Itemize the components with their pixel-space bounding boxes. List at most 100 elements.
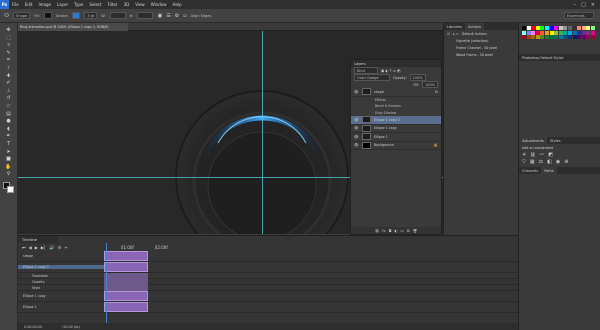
color-swatch[interactable] (531, 26, 536, 30)
color-swatch[interactable] (586, 30, 591, 35)
lasso-icon[interactable]: ↄ (5, 42, 13, 49)
menu-layer[interactable]: Layer (54, 2, 71, 7)
next-frame-icon[interactable]: ▶▏ (41, 245, 47, 250)
color-swatch[interactable] (590, 30, 595, 35)
fill-swatch[interactable] (43, 12, 52, 19)
clone-icon[interactable]: ⊥ (5, 88, 13, 95)
color-swatch[interactable] (572, 30, 577, 35)
layer-filter-select[interactable]: Kind (354, 67, 378, 74)
exposure-icon[interactable]: ◩ (548, 152, 553, 158)
settings-icon[interactable]: ⚙ (58, 245, 62, 250)
styles-tab[interactable]: Photoshop Default Styles (519, 54, 600, 62)
menu-3d[interactable]: 3D (121, 2, 133, 7)
color-swatch[interactable] (540, 26, 545, 30)
close-button[interactable]: × (591, 2, 595, 8)
quick-select-icon[interactable]: ✎ (5, 50, 13, 57)
paths-tab[interactable]: Paths (541, 167, 557, 175)
mixer-icon[interactable]: ⊕ (564, 159, 568, 165)
libraries-tab[interactable]: Libraries (444, 23, 465, 30)
color-swatch[interactable] (581, 35, 586, 40)
hue-icon[interactable]: ▦ (530, 159, 535, 165)
eraser-icon[interactable]: ▱ (5, 103, 13, 110)
link-icon[interactable]: ⛓ (375, 229, 379, 233)
audio-icon[interactable]: 🔊 (50, 245, 55, 250)
layer-row[interactable]: 👁 shape fx (351, 88, 441, 97)
color-swatch[interactable] (526, 30, 531, 35)
bw-icon[interactable]: ◧ (547, 159, 552, 165)
color-swatch[interactable] (558, 30, 563, 35)
color-swatch[interactable] (526, 26, 531, 30)
track-clip[interactable] (104, 302, 148, 312)
color-swatch[interactable] (544, 30, 549, 35)
color-swatch[interactable] (581, 30, 586, 35)
hand-icon[interactable]: ✋ (5, 164, 13, 171)
document-tab[interactable]: Ring animation.psd @ 100% (Ellipse 1 cop… (18, 23, 128, 31)
tool-mode-select[interactable]: Shape (13, 12, 31, 19)
brush-icon[interactable]: ✐ (5, 80, 13, 87)
timeline-track[interactable]: shape (18, 251, 518, 262)
shape-icon[interactable]: ■ (5, 156, 13, 163)
gradient-icon[interactable]: ▤ (5, 111, 13, 118)
color-swatch[interactable] (558, 26, 563, 30)
color-swatch[interactable] (572, 35, 577, 40)
first-frame-icon[interactable]: ⏮ (22, 245, 26, 250)
brightness-icon[interactable]: ☀ (522, 152, 526, 158)
crop-icon[interactable]: ⌗ (5, 57, 13, 64)
color-swatch[interactable] (577, 26, 582, 30)
menu-edit[interactable]: Edit (22, 2, 36, 7)
styles-tab-2[interactable]: Styles (547, 137, 564, 144)
menu-file[interactable]: File (9, 2, 22, 7)
photo-filter-icon[interactable]: ◉ (556, 159, 560, 165)
color-swatch[interactable] (540, 30, 545, 35)
zoom-icon[interactable]: ⚲ (5, 171, 13, 178)
width-input[interactable] (109, 12, 126, 19)
opacity-input[interactable]: 100% (409, 74, 426, 81)
eyedropper-icon[interactable]: ∕ (5, 65, 13, 72)
folder-icon[interactable]: ▭ (400, 229, 403, 233)
levels-icon[interactable]: ▥ (530, 152, 535, 158)
workspace-select[interactable]: Essentials (564, 12, 594, 19)
color-swatch[interactable] (577, 30, 582, 35)
timeline-tab[interactable]: Timeline (18, 236, 58, 243)
color-swatch[interactable] (590, 35, 595, 40)
blend-mode-select[interactable]: Color Dodge (354, 74, 390, 81)
shape-tool-icon[interactable]: ⬭ (4, 12, 9, 20)
menu-select[interactable]: Select (86, 2, 104, 7)
color-swatch[interactable] (535, 35, 540, 40)
menu-view[interactable]: View (132, 2, 148, 7)
action-row[interactable]: Frame Channel - 50 pixel (444, 44, 518, 51)
checkbox-icon[interactable]: ☑ (447, 32, 450, 36)
action-row[interactable]: Vignette (selection) (444, 37, 518, 44)
timeline-track-selected[interactable]: Ellipse 1 copy 2 (18, 262, 518, 273)
fx-add-icon[interactable]: fx (382, 229, 385, 233)
color-swatch[interactable] (549, 35, 554, 40)
background-color[interactable] (6, 185, 14, 193)
mask-icon[interactable]: ◘ (389, 229, 392, 233)
fill-input[interactable]: 100% (421, 81, 438, 88)
visibility-eye-icon[interactable]: 👁 (354, 135, 359, 139)
track-clip[interactable] (104, 262, 148, 272)
align-icon[interactable]: ☰ (166, 13, 170, 19)
menu-image[interactable]: Image (35, 2, 54, 7)
move-icon[interactable]: ✥ (5, 27, 13, 34)
color-swatch[interactable] (522, 35, 526, 40)
visibility-eye-icon[interactable]: 👁 (354, 126, 359, 130)
blur-icon[interactable]: ● (5, 118, 13, 125)
color-swatch[interactable] (567, 35, 572, 40)
color-swatch[interactable] (531, 35, 536, 40)
color-swatch[interactable] (526, 35, 531, 40)
settings-icon[interactable]: ⚙ (175, 13, 179, 19)
marquee-icon[interactable]: ⬚ (5, 35, 13, 42)
color-swatch[interactable] (586, 26, 591, 30)
actions-tab[interactable]: Actions (465, 23, 484, 30)
track-clip[interactable] (104, 291, 148, 301)
path-ops-icon[interactable]: ▣ (157, 13, 162, 19)
color-swatch[interactable] (535, 30, 540, 35)
layer-row[interactable]: 👁 Background 🔒 (351, 141, 441, 150)
visibility-eye-icon[interactable]: 👁 (354, 143, 359, 147)
new-layer-icon[interactable]: ⊞ (407, 229, 410, 233)
pen-icon[interactable]: ✒ (5, 133, 13, 140)
color-swatch[interactable] (558, 35, 563, 40)
color-swatch[interactable] (535, 26, 540, 30)
balance-icon[interactable]: ⚖ (539, 159, 543, 165)
